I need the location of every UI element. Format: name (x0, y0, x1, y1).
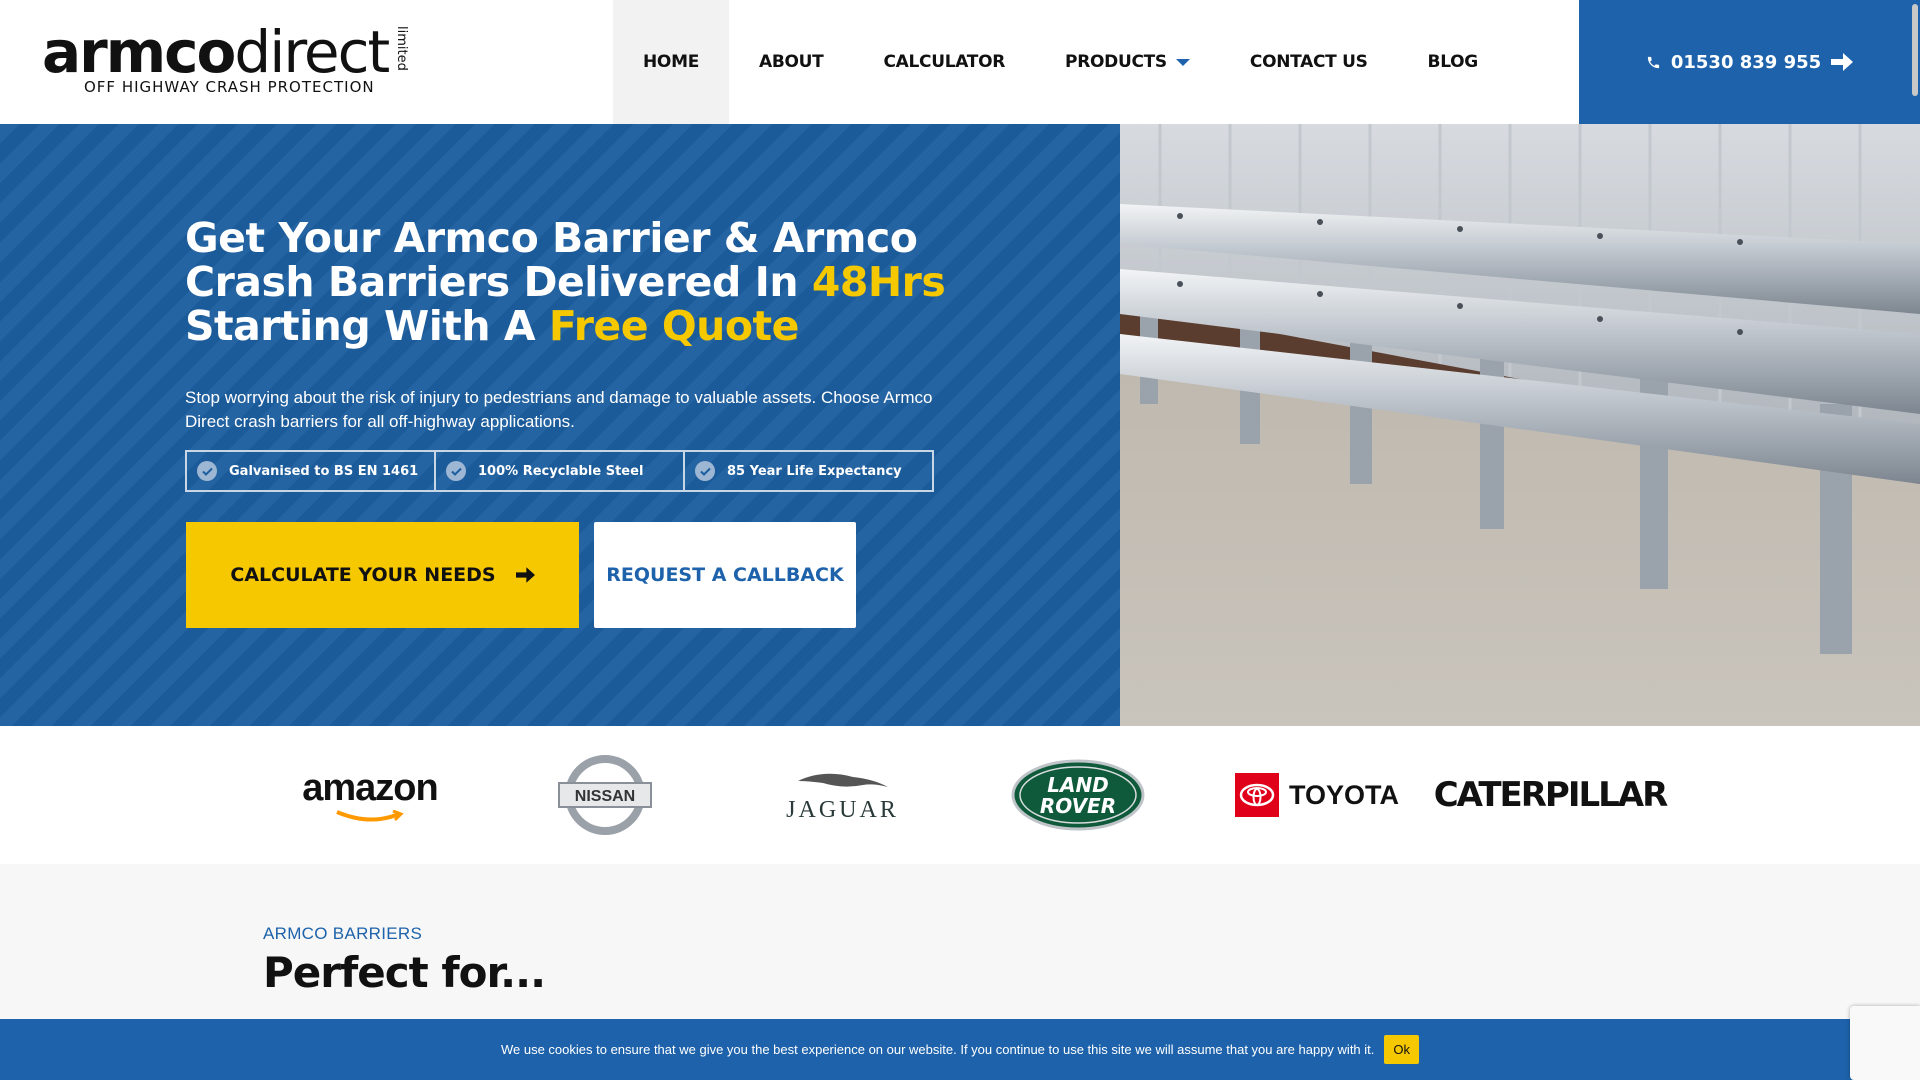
logo-tagline: OFF HIGHWAY CRASH PROTECTION (84, 78, 375, 96)
section-title: Perfect for... (263, 948, 546, 997)
amazon-logo: amazon (290, 726, 450, 864)
cookie-ok-button[interactable]: Ok (1384, 1035, 1420, 1064)
arrow-right-icon (515, 567, 535, 583)
leaping-jaguar-icon (797, 773, 888, 787)
request-callback-button[interactable]: REQUEST A CALLBACK (594, 522, 856, 628)
armco-barrier-photo (1120, 124, 1920, 726)
calculate-your-needs-button[interactable]: CALCULATE YOUR NEEDS (186, 522, 579, 628)
land-rover-emblem: LAND ROVER (1011, 759, 1145, 831)
logo-wordmark: armcodirect (42, 18, 390, 86)
amazon-smile-icon (336, 809, 404, 822)
barrier-illustration (1120, 124, 1920, 726)
land-rover-logo: LAND ROVER (1008, 726, 1148, 864)
toyota-emblem (1234, 773, 1279, 817)
nissan-logo: NISSAN (555, 726, 655, 864)
scrollbar-thumb[interactable] (1912, 4, 1918, 96)
check-circle-icon (695, 461, 715, 481)
cookie-notice: We use cookies to ensure that we give yo… (0, 1019, 1920, 1080)
feature-life-expectancy: 85 Year Life Expectancy (685, 452, 932, 490)
caterpillar-logo: CATERPILLAR (1433, 775, 1669, 815)
feature-galvanised: Galvanised to BS EN 1461 (187, 452, 436, 490)
site-header: armcodirect limited OFF HIGHWAY CRASH PR… (0, 0, 1920, 124)
svg-text:ROVER: ROVER (1040, 794, 1116, 818)
client-logos: amazon NISSAN JAGUAR LAND ROVER TOYOTA C… (0, 726, 1920, 864)
nissan-emblem: NISSAN (558, 755, 652, 835)
jaguar-logo: JAGUAR (780, 726, 905, 864)
hero-title: Get Your Armco Barrier & Armco Crash Bar… (185, 214, 946, 350)
feature-recyclable: 100% Recyclable Steel (436, 452, 685, 490)
nav-calculator[interactable]: CALCULATOR (853, 0, 1035, 124)
nav-contact-us[interactable]: CONTACT US (1220, 0, 1398, 124)
nav-about[interactable]: ABOUT (729, 0, 853, 124)
section-eyebrow: ARMCO BARRIERS (263, 924, 423, 943)
phone-icon (1647, 56, 1659, 68)
nav-products[interactable]: PRODUCTS (1035, 0, 1220, 124)
nav-home[interactable]: HOME (613, 0, 730, 124)
main-nav: HOME ABOUT CALCULATOR PRODUCTS CONTACT U… (613, 0, 1508, 124)
toyota-logo: TOYOTA (1232, 726, 1402, 864)
hero-description: Stop worrying about the risk of injury t… (185, 388, 933, 431)
arrow-right-icon (1831, 53, 1854, 71)
nav-blog[interactable]: BLOG (1398, 0, 1508, 124)
phone-number: 01530 839 955 (1670, 51, 1822, 73)
svg-text:NISSAN: NISSAN (575, 788, 635, 805)
hero-section: Get Your Armco Barrier & Armco Crash Bar… (0, 124, 1120, 726)
check-circle-icon (197, 461, 217, 481)
cookie-message: We use cookies to ensure that we give yo… (500, 1042, 1375, 1057)
chevron-down-icon (1175, 58, 1190, 66)
armco-direct-logo[interactable]: armcodirect limited OFF HIGHWAY CRASH PR… (42, 22, 422, 100)
logo-limited: limited (394, 26, 409, 71)
phone-call-button[interactable]: 01530 839 955 (1579, 0, 1920, 124)
feature-badges: Galvanised to BS EN 1461 100% Recyclable… (185, 450, 934, 492)
recaptcha-badge[interactable] (1850, 1006, 1920, 1080)
check-circle-icon (446, 461, 466, 481)
